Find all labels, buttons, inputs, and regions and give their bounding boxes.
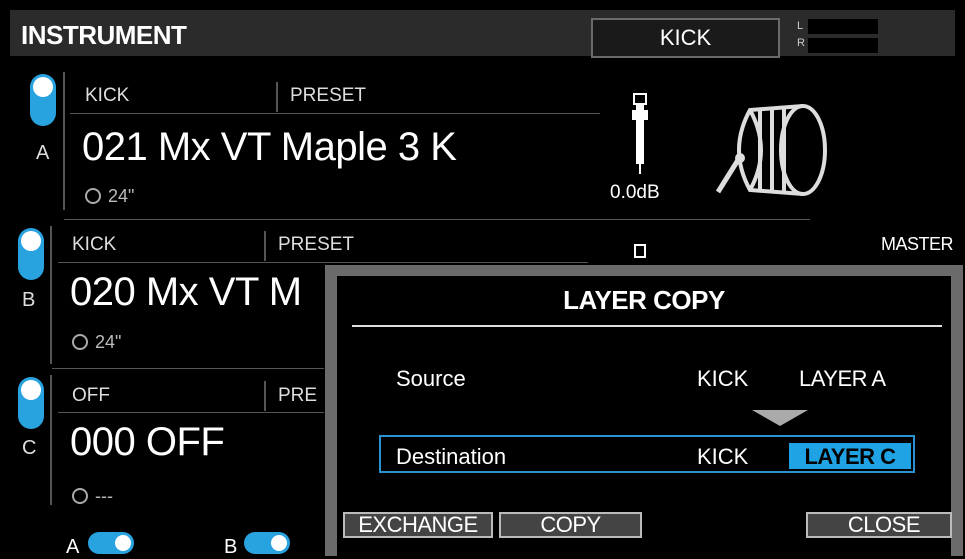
instrument-name: KICK [659,25,712,50]
dialog-divider [352,325,942,327]
layer-c-letter: C [22,437,37,459]
fader-icon[interactable] [626,92,656,182]
layer-c-size: --- [95,486,113,506]
layer-c-toggle[interactable] [18,377,44,429]
divider [58,262,588,263]
bottom-toggle-a[interactable] [88,532,134,554]
toggle-knob [271,535,287,551]
layer-a-category[interactable]: PRESET [290,85,366,107]
layer-a-letter: A [36,142,50,164]
layer-b-category[interactable]: PRESET [278,234,354,256]
divider [50,226,52,364]
toggle-knob [21,231,41,251]
layer-a-level: 0.0dB [610,182,660,203]
drum-size-icon [72,334,88,350]
layer-b-toggle[interactable] [18,228,44,280]
source-layer[interactable]: LAYER A [799,366,886,392]
level-meter-left [808,19,878,34]
source-instrument[interactable]: KICK [697,366,748,392]
divider [52,368,324,369]
divider [63,72,65,210]
exchange-button[interactable]: EXCHANGE [343,512,493,538]
master-label: MASTER [881,234,954,254]
toggle-knob [33,77,53,97]
divider [276,82,278,112]
drum-size-icon [85,188,101,204]
down-arrow-icon [752,410,808,426]
toggle-knob [21,380,41,400]
page-title: INSTRUMENT [21,20,187,50]
bottom-toggle-b[interactable] [244,532,290,554]
meter-l-label: L [797,20,804,32]
divider [264,231,266,261]
destination-label: Destination [396,444,507,469]
layer-a-toggle[interactable] [30,74,56,126]
destination-instrument[interactable]: KICK [697,444,748,470]
dialog-title: LAYER COPY [563,285,725,315]
layer-b-instrument-name[interactable]: 020 Mx VT M [70,270,302,315]
destination-layer[interactable]: LAYER C [789,443,911,469]
layer-c-category[interactable]: PRE [278,385,317,407]
layer-a-size: 24" [108,186,135,206]
divider [70,113,600,114]
source-label: Source [396,366,466,391]
meter-r-label: R [797,37,805,49]
layer-b-letter: B [22,289,36,311]
layer-c-instrument-name[interactable]: 000 OFF [70,420,225,465]
layer-c-type[interactable]: OFF [72,385,110,407]
layer-b-size: 24" [95,332,122,352]
layer-a-instrument-name[interactable]: 021 Mx VT Maple 3 K [82,125,457,170]
fader-icon[interactable] [634,244,646,258]
divider [264,381,266,411]
kick-drum-icon [715,104,827,196]
toggle-knob [115,535,131,551]
copy-button[interactable]: COPY [499,512,642,538]
layer-a-type[interactable]: KICK [85,85,129,107]
layer-b-type[interactable]: KICK [72,234,116,256]
close-button[interactable]: CLOSE [806,512,952,538]
divider [50,375,52,505]
level-meter-right [808,38,878,53]
drum-size-icon [72,488,88,504]
divider [58,412,324,413]
divider [64,219,810,220]
